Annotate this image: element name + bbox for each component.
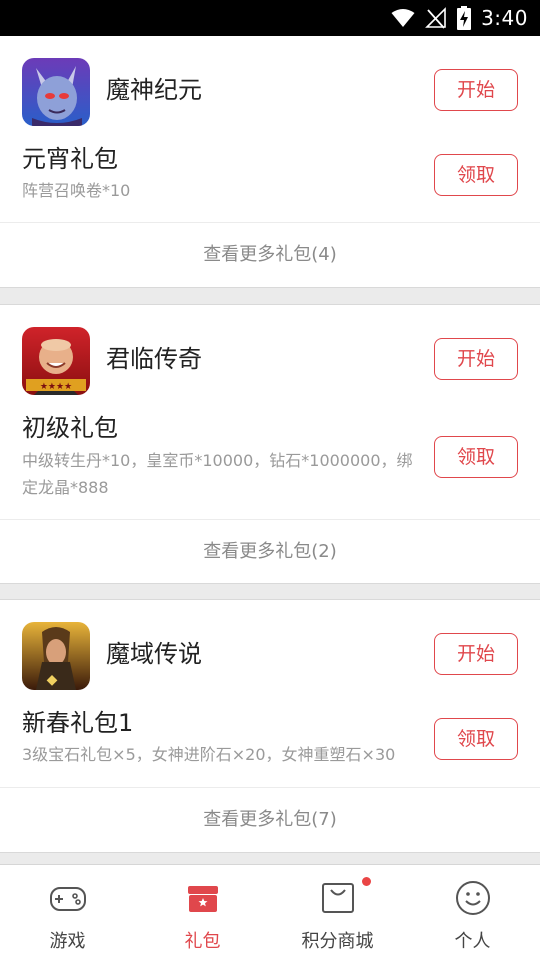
claim-button[interactable]: 领取 (434, 436, 518, 478)
game-name: 魔域传说 (106, 640, 202, 668)
game-card: ★★★★ 君临传奇 开始 初级礼包 中级转生丹*10，皇室币*10000，钻石*… (0, 304, 540, 584)
more-gifts-link[interactable]: 查看更多礼包(4) (0, 222, 540, 287)
tab-label: 个人 (454, 931, 491, 952)
tab-label: 游戏 (49, 931, 86, 952)
game-icon-jun-lin[interactable]: ★★★★ (22, 327, 90, 395)
game-icon-mo-shen[interactable] (22, 58, 90, 126)
start-button[interactable]: 开始 (434, 633, 518, 675)
battery-charging-icon (457, 6, 472, 30)
tab-label: 积分商城 (301, 931, 374, 952)
game-header: ◆ 魔域传说 开始 (0, 600, 540, 710)
game-card: ◆ 魔域传说 开始 新春礼包1 3级宝石礼包×5，女神进阶石×20，女神重塑石×… (0, 599, 540, 853)
status-bar: 3:40 (0, 0, 540, 36)
tab-games[interactable]: 游戏 (0, 865, 135, 960)
notification-badge (362, 877, 371, 886)
game-card: 魔神纪元 开始 元宵礼包 阵营召唤卷*10 领取 查看更多礼包(4) (0, 36, 540, 288)
gift-list[interactable]: 魔神纪元 开始 元宵礼包 阵营召唤卷*10 领取 查看更多礼包(4) ★★★★ … (0, 36, 540, 864)
gift-description: 3级宝石礼包×5，女神进阶石×20，女神重塑石×30 (22, 745, 396, 764)
more-gifts-link[interactable]: 查看更多礼包(7) (0, 787, 540, 853)
gift-title: 新春礼包1 (22, 709, 134, 737)
gift-title: 初级礼包 (22, 414, 118, 442)
wifi-icon (391, 9, 415, 27)
status-time: 3:40 (481, 6, 528, 30)
svg-text:★★★★: ★★★★ (40, 382, 72, 392)
status-icons: 3:40 (391, 0, 528, 36)
tab-gifts[interactable]: 礼包 (135, 865, 270, 960)
gift-title: 元宵礼包 (22, 145, 118, 173)
game-name: 魔神纪元 (106, 76, 202, 104)
svg-text:◆: ◆ (47, 672, 58, 688)
game-name: 君临传奇 (106, 345, 202, 373)
bottom-tab-bar: 游戏 礼包 积分商城 个人 (0, 864, 540, 960)
claim-button[interactable]: 领取 (434, 718, 518, 760)
gift-box-icon (187, 886, 218, 912)
gift-description: 中级转生丹*10，皇室币*10000，钻石*1000000，绑定龙晶*888 (22, 451, 413, 497)
more-gifts-link[interactable]: 查看更多礼包(2) (0, 519, 540, 584)
tab-points-mall[interactable]: 积分商城 (270, 865, 405, 960)
claim-button[interactable]: 领取 (434, 154, 518, 196)
gift-description: 阵营召唤卷*10 (22, 181, 131, 200)
start-button[interactable]: 开始 (434, 338, 518, 380)
smiley-icon (455, 881, 490, 915)
start-button[interactable]: 开始 (434, 69, 518, 111)
game-header: ★★★★ 君临传奇 开始 (0, 305, 540, 415)
tab-profile[interactable]: 个人 (405, 865, 540, 960)
tab-label: 礼包 (184, 931, 221, 952)
no-signal-icon (425, 7, 446, 29)
gamepad-icon (49, 887, 86, 911)
shopping-bag-icon (321, 883, 354, 913)
game-icon-mo-yu[interactable]: ◆ (22, 622, 90, 690)
game-header: 魔神纪元 开始 (0, 36, 540, 146)
